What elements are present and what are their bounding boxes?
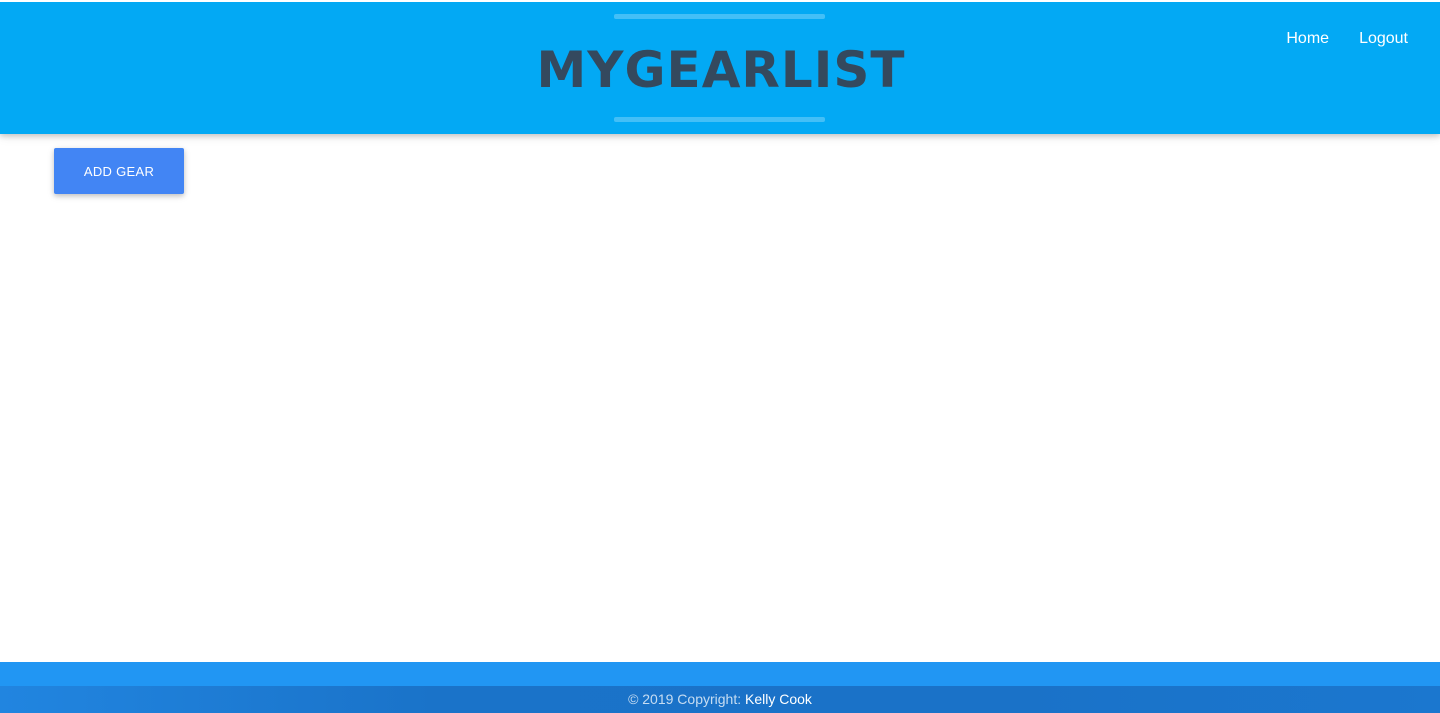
top-navbar: MYGEARLIST Home Logout xyxy=(0,0,1440,134)
add-gear-button[interactable]: ADD GEAR xyxy=(54,148,184,194)
nav-link-home[interactable]: Home xyxy=(1271,27,1344,51)
copyright-text: © 2019 Copyright: xyxy=(628,691,745,707)
logo-decorative-bar-top xyxy=(614,14,825,19)
page-footer: © 2019 Copyright: Kelly Cook xyxy=(0,662,1440,713)
brand-logo-text: MYGEARLIST xyxy=(536,41,906,99)
nav-link-logout[interactable]: Logout xyxy=(1344,27,1423,51)
brand-logo[interactable]: MYGEARLIST xyxy=(527,2,915,134)
footer-author-link[interactable]: Kelly Cook xyxy=(745,691,812,707)
logo-decorative-bar-bottom xyxy=(614,117,825,122)
footer-copyright: © 2019 Copyright: Kelly Cook xyxy=(0,686,1440,713)
nav-links: Home Logout xyxy=(1271,27,1423,51)
